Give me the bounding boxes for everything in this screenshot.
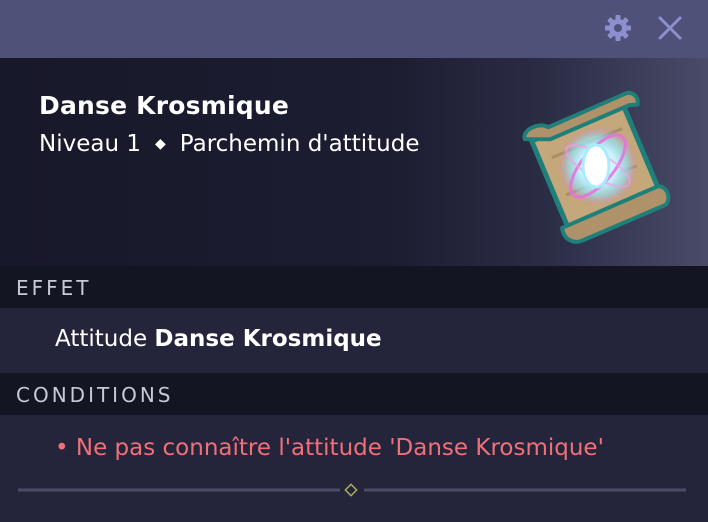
conditions-heading: CONDITIONS	[16, 383, 174, 407]
effect-heading: EFFET	[16, 276, 92, 300]
item-level: Niveau 1	[39, 131, 141, 157]
separator-icon: ◆	[154, 136, 166, 152]
effect-value: Danse Krosmique	[154, 326, 382, 352]
effect-prefix: Attitude	[55, 326, 148, 352]
divider	[18, 483, 686, 497]
condition-item: • Ne pas connaître l'attitude 'Danse Kro…	[55, 435, 604, 461]
gear-icon[interactable]	[603, 13, 633, 43]
item-name: Danse Krosmique	[39, 91, 289, 120]
close-icon[interactable]	[655, 13, 685, 43]
conditions-section-body	[0, 415, 708, 522]
item-tooltip-panel: Danse Krosmique Niveau 1 ◆ Parchemin d'att…	[0, 0, 708, 522]
effect-section-header	[0, 266, 708, 308]
item-type: Parchemin d'attitude	[179, 131, 420, 157]
item-subtitle: Niveau 1 ◆ Parchemin d'attitude	[39, 131, 420, 157]
effect-line: Attitude Danse Krosmique	[55, 326, 382, 352]
attitude-scroll-icon	[522, 90, 671, 244]
titlebar	[0, 0, 708, 58]
